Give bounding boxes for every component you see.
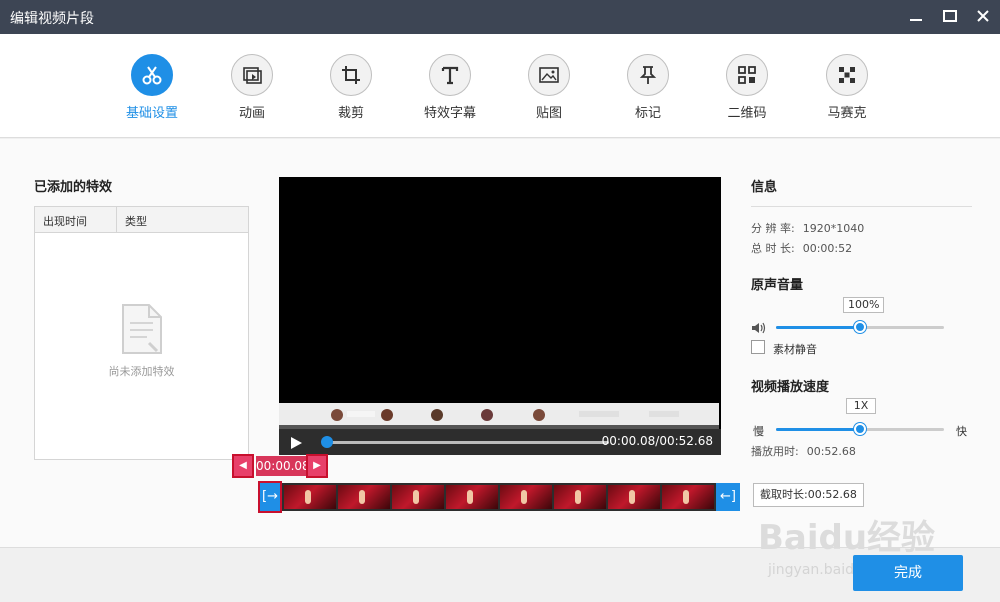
timeline-frame bbox=[284, 485, 336, 509]
tool-label: 二维码 bbox=[727, 106, 767, 121]
animation-icon bbox=[231, 54, 273, 96]
timeline-frames bbox=[284, 485, 716, 509]
video-player: 00:00.08/00:52.68 bbox=[279, 177, 721, 455]
arrow-right-icon[interactable]: ▶ bbox=[306, 454, 328, 478]
effects-table: 出现时间 类型 尚未添加特效 bbox=[34, 206, 249, 460]
tool-label: 基础设置 bbox=[125, 106, 178, 121]
tool-label: 特效字幕 bbox=[423, 106, 476, 121]
mute-checkbox[interactable] bbox=[751, 340, 765, 354]
tool-toolbar: 基础设置 动画 裁剪 特效字幕 贴图 标记 二维码 马赛克 bbox=[0, 34, 1000, 138]
volume-slider-fill bbox=[776, 326, 860, 329]
volume-tooltip: 100% bbox=[843, 297, 885, 313]
table-header: 出现时间 类型 bbox=[35, 207, 248, 233]
trim-start-icon[interactable]: [→ bbox=[258, 481, 282, 513]
timeline-frame bbox=[392, 485, 444, 509]
image-icon bbox=[528, 54, 570, 96]
watermark-text: Baidu经验 bbox=[758, 518, 936, 558]
play-time-label: 播放用时: bbox=[751, 445, 799, 458]
volume-title: 原声音量 bbox=[751, 278, 804, 293]
play-time-value: 00:52.68 bbox=[806, 445, 856, 458]
tool-label: 标记 bbox=[634, 106, 661, 121]
player-controls: 00:00.08/00:52.68 bbox=[279, 429, 721, 455]
tool-mosaic[interactable]: 马赛克 bbox=[797, 54, 897, 121]
column-header-time: 出现时间 bbox=[43, 215, 87, 228]
timeline-frame bbox=[608, 485, 660, 509]
tool-crop[interactable]: 裁剪 bbox=[301, 54, 401, 121]
tool-label: 动画 bbox=[238, 106, 265, 121]
qrcode-icon bbox=[726, 54, 768, 96]
column-header-type: 类型 bbox=[125, 215, 147, 228]
play-time-row: 播放用时: 00:52.68 bbox=[751, 443, 856, 459]
text-icon bbox=[429, 54, 471, 96]
trim-timeline[interactable]: [→ ←] bbox=[258, 481, 740, 513]
duration-value: 00:00:52 bbox=[802, 242, 853, 255]
pin-icon bbox=[627, 54, 669, 96]
speed-slider-fill bbox=[776, 428, 860, 431]
speed-fast-label: 快 bbox=[956, 425, 967, 438]
speed-tooltip: 1X bbox=[846, 398, 876, 414]
tool-marker[interactable]: 标记 bbox=[598, 54, 698, 121]
mute-label: 素材静音 bbox=[773, 343, 817, 356]
empty-document-icon bbox=[121, 303, 163, 359]
timeline-frame bbox=[500, 485, 552, 509]
title-bar: 编辑视频片段 bbox=[0, 0, 1000, 34]
tool-animation[interactable]: 动画 bbox=[202, 54, 302, 121]
divider bbox=[751, 206, 972, 207]
speed-title: 视频播放速度 bbox=[751, 380, 830, 395]
tool-label: 马赛克 bbox=[827, 106, 867, 121]
arrow-left-icon[interactable]: ◀ bbox=[232, 454, 254, 478]
speaker-icon[interactable] bbox=[751, 320, 767, 339]
speed-slow-label: 慢 bbox=[753, 425, 764, 438]
timeline-frame bbox=[338, 485, 390, 509]
resolution-label: 分 辨 率: bbox=[751, 222, 795, 235]
volume-slider-knob[interactable] bbox=[854, 321, 866, 333]
resolution-row: 分 辨 率: 1920*1040 bbox=[751, 220, 864, 236]
scissors-icon bbox=[131, 54, 173, 96]
tool-label: 裁剪 bbox=[337, 106, 364, 121]
close-icon[interactable] bbox=[966, 0, 1000, 34]
done-button[interactable]: 完成 bbox=[853, 555, 963, 591]
timeline-frame bbox=[662, 485, 714, 509]
playback-time: 00:00.08/00:52.68 bbox=[601, 434, 713, 448]
resolution-value: 1920*1040 bbox=[802, 222, 865, 235]
maximize-icon[interactable] bbox=[933, 0, 967, 34]
effects-title: 已添加的特效 bbox=[34, 180, 113, 195]
tool-qrcode[interactable]: 二维码 bbox=[697, 54, 797, 121]
timeline-frame bbox=[554, 485, 606, 509]
progress-knob[interactable] bbox=[321, 436, 333, 448]
empty-state-text: 尚未添加特效 bbox=[108, 365, 175, 378]
tool-basic-settings[interactable]: 基础设置 bbox=[102, 54, 202, 121]
window-title: 编辑视频片段 bbox=[10, 11, 94, 27]
minimize-icon[interactable] bbox=[899, 0, 933, 34]
video-frame-content bbox=[279, 403, 719, 429]
mosaic-icon bbox=[826, 54, 868, 96]
timeline-frame bbox=[446, 485, 498, 509]
tool-sticker[interactable]: 贴图 bbox=[499, 54, 599, 121]
tool-effect-subtitle[interactable]: 特效字幕 bbox=[400, 54, 500, 121]
progress-bar[interactable] bbox=[325, 441, 609, 444]
duration-label: 总 时 长: bbox=[751, 242, 795, 255]
crop-icon bbox=[330, 54, 372, 96]
info-title: 信息 bbox=[751, 180, 778, 195]
duration-row: 总 时 长: 00:00:52 bbox=[751, 240, 852, 256]
trim-end-icon[interactable]: ←] bbox=[716, 483, 740, 511]
play-icon[interactable] bbox=[289, 435, 303, 454]
trim-current-time: 00:00.08 bbox=[256, 456, 310, 476]
speed-slider-knob[interactable] bbox=[854, 423, 866, 435]
tool-label: 贴图 bbox=[535, 106, 562, 121]
